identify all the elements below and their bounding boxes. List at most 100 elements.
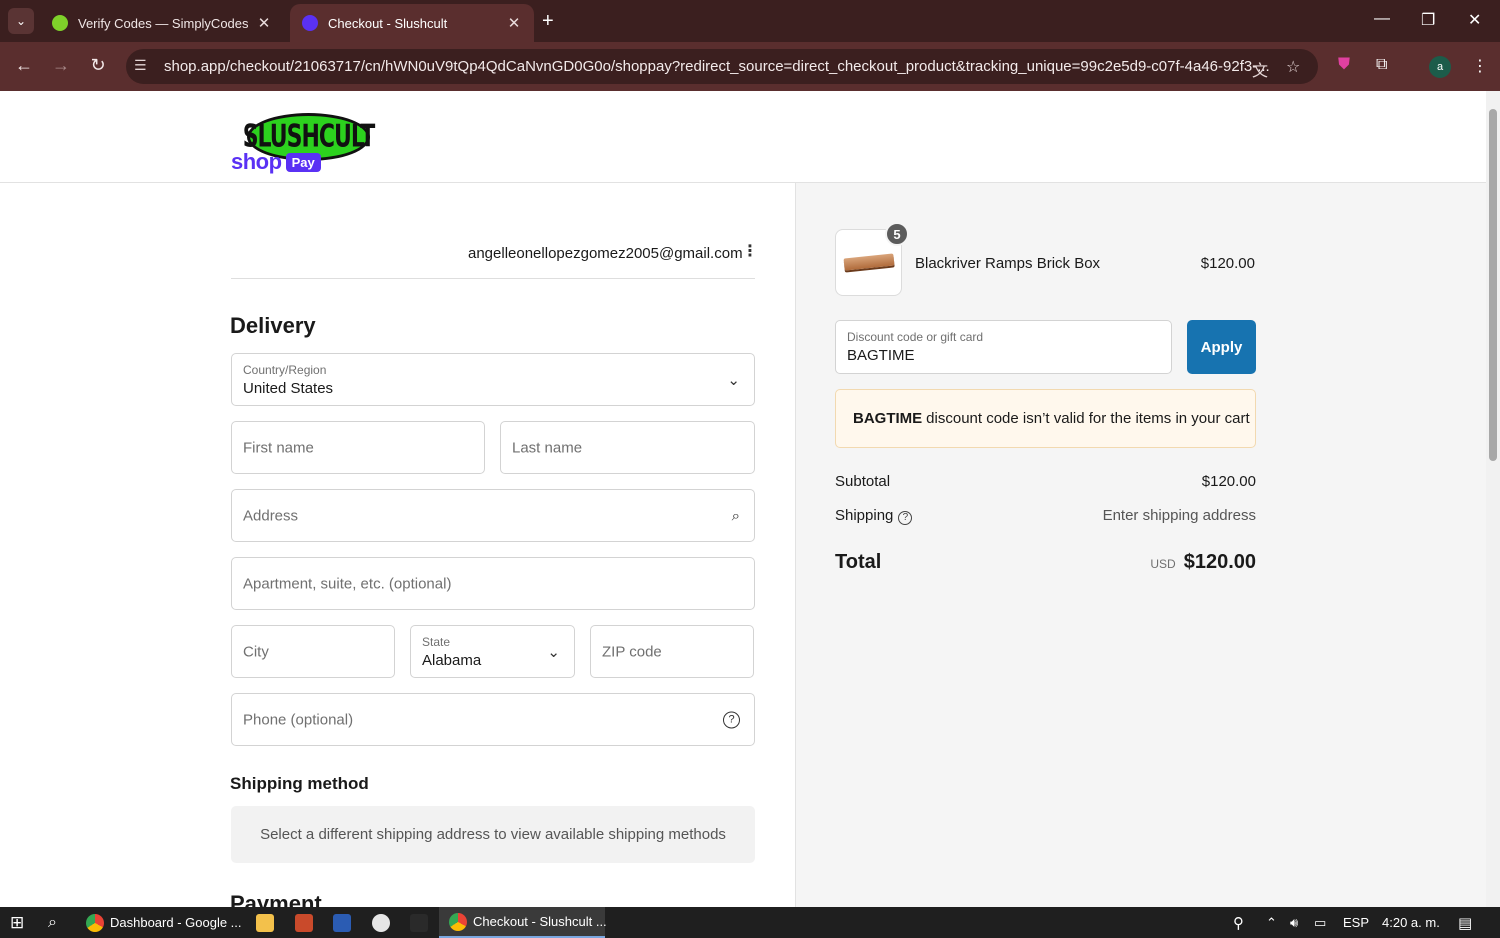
total-value: $120.00: [1183, 551, 1256, 573]
total-currency: USD: [1150, 557, 1176, 571]
country-label: Country/Region: [243, 363, 327, 377]
product-name: Blackriver Ramps Brick Box: [915, 255, 1101, 272]
people-icon[interactable]: ⚲: [1233, 907, 1244, 938]
first-name-placeholder: First name: [243, 439, 314, 456]
file-explorer-icon[interactable]: [256, 907, 280, 938]
blank-app-icon: [410, 913, 428, 932]
minimize-icon[interactable]: —: [1374, 10, 1390, 28]
show-hidden-icons-chevron-icon[interactable]: ⌃: [1266, 907, 1277, 938]
back-arrow-icon[interactable]: ←: [12, 55, 36, 76]
network-icon[interactable]: ▭: [1314, 907, 1326, 938]
zip-placeholder: ZIP code: [602, 643, 662, 660]
word-icon[interactable]: [333, 907, 357, 938]
tab-search-button[interactable]: ⌄: [8, 8, 34, 34]
browser-toolbar: ← → ↻ shop.app/checkout/21063717/cn/hWN0…: [0, 42, 1500, 91]
browser-menu-icon[interactable]: ⋮: [1472, 56, 1488, 76]
chevron-down-icon: ⌄: [547, 643, 560, 661]
volume-icon[interactable]: 🔊︎: [1290, 907, 1298, 938]
shipping-label: Shipping: [835, 507, 894, 524]
country-select[interactable]: Country/Region United States ⌄: [231, 353, 755, 406]
chevron-down-icon: ⌄: [727, 371, 740, 389]
shop-wordmark: shop: [231, 149, 282, 174]
taskbar-item-label: Checkout - Slushcult ...: [473, 914, 607, 929]
first-name-field[interactable]: First name: [231, 421, 485, 474]
close-tab-icon[interactable]: ✕: [506, 14, 522, 32]
apartment-field[interactable]: Apartment, suite, etc. (optional): [231, 557, 755, 610]
bookmark-star-icon[interactable]: ☆: [1286, 57, 1300, 77]
shipping-method-notice: Select a different shipping address to v…: [231, 806, 755, 863]
state-value: Alabama: [422, 652, 482, 669]
phone-field[interactable]: Phone (optional) ?: [231, 693, 755, 746]
total-row: Total USD $120.00: [835, 551, 1256, 574]
pay-badge: Pay: [285, 152, 321, 172]
taskbar-chrome-dashboard[interactable]: Dashboard - Google ...: [86, 907, 242, 938]
payment-heading: Payment: [230, 891, 322, 907]
url-text: shop.app/checkout/21063717/cn/hWN0uV9tQp…: [164, 58, 1270, 75]
taskbar-chrome-checkout[interactable]: Checkout - Slushcult ...: [439, 907, 607, 938]
powerpoint-logo-icon: [295, 913, 313, 932]
scrollbar-thumb[interactable]: [1489, 109, 1497, 461]
alert-code: BAGTIME: [853, 410, 923, 427]
chrome-icon: [449, 912, 467, 931]
app-icon[interactable]: [410, 907, 434, 938]
shipping-help-icon[interactable]: ?: [898, 511, 913, 525]
tab-checkout[interactable]: Checkout - Slushcult ✕: [290, 4, 534, 42]
country-value: United States: [243, 380, 334, 397]
new-tab-plus-icon[interactable]: +: [542, 10, 554, 33]
brick-box-image: [843, 253, 895, 271]
clock[interactable]: 4:20 a. m.: [1382, 907, 1440, 938]
taskbar-search-icon[interactable]: ⌕: [48, 907, 57, 938]
restore-icon[interactable]: ❐: [1421, 10, 1435, 30]
page-scrollbar[interactable]: [1486, 91, 1500, 907]
forward-arrow-icon[interactable]: →: [49, 55, 73, 76]
tab-title: Checkout - Slushcult: [328, 15, 448, 31]
shipping-value: Enter shipping address: [1102, 507, 1256, 524]
app-icon[interactable]: [372, 907, 396, 938]
ublock-shield-icon[interactable]: ⛊: [1338, 56, 1350, 74]
shipping-row: Shipping? Enter shipping address: [835, 507, 1256, 525]
discount-error-alert: BAGTIME discount code isn’t valid for th…: [835, 389, 1256, 448]
phone-placeholder: Phone (optional): [243, 711, 354, 728]
search-icon: ⌕: [731, 507, 740, 524]
discount-value: BAGTIME: [847, 347, 915, 364]
extensions-puzzle-icon[interactable]: ⧉: [1376, 56, 1387, 74]
zip-code-field[interactable]: ZIP code: [590, 625, 754, 678]
close-window-icon[interactable]: ✕: [1468, 10, 1481, 30]
city-field[interactable]: City: [231, 625, 395, 678]
last-name-placeholder: Last name: [512, 439, 583, 456]
reload-icon[interactable]: ↻: [86, 55, 110, 76]
total-label: Total: [835, 551, 882, 573]
profile-avatar[interactable]: a: [1429, 56, 1451, 78]
close-tab-icon[interactable]: ✕: [256, 14, 272, 32]
address-bar[interactable]: shop.app/checkout/21063717/cn/hWN0uV9tQp…: [126, 49, 1318, 84]
discount-code-field[interactable]: Discount code or gift card BAGTIME: [835, 320, 1172, 374]
last-name-field[interactable]: Last name: [500, 421, 755, 474]
account-menu-icon[interactable]: ⋮: [742, 241, 758, 261]
circle-app-icon: [372, 913, 390, 932]
word-logo-icon: [333, 913, 351, 932]
tab-title: Verify Codes — SimplyCodes: [78, 15, 249, 31]
tab-verify-codes[interactable]: Verify Codes — SimplyCodes ✕: [40, 4, 284, 42]
subtotal-label: Subtotal: [835, 473, 891, 490]
subtotal-row: Subtotal $120.00: [835, 473, 1256, 490]
quantity-badge: 5: [885, 222, 909, 246]
help-circle-icon[interactable]: ?: [723, 711, 740, 728]
state-select[interactable]: State Alabama ⌄: [410, 625, 575, 678]
windows-start-icon[interactable]: ⊞: [10, 907, 24, 938]
site-info-icon[interactable]: ☰: [134, 57, 147, 74]
state-label: State: [422, 635, 451, 649]
windows-taskbar: ⊞ ⌕ Dashboard - Google ... Checkout - Sl…: [0, 907, 1500, 938]
subtotal-value: $120.00: [1201, 473, 1256, 490]
address-field[interactable]: Address ⌕: [231, 489, 755, 542]
city-placeholder: City: [243, 643, 269, 660]
alert-message: discount code isn’t valid for the items …: [926, 410, 1250, 427]
chrome-icon: [86, 913, 104, 932]
taskbar-item-label: Dashboard - Google ...: [110, 915, 242, 930]
translate-icon[interactable]: 文: [1252, 57, 1268, 81]
apply-discount-button[interactable]: Apply: [1187, 320, 1256, 374]
discount-label: Discount code or gift card: [847, 330, 984, 344]
folder-icon: [256, 913, 274, 932]
language-indicator[interactable]: ESP: [1343, 907, 1369, 938]
notifications-icon[interactable]: ▤: [1458, 907, 1472, 938]
powerpoint-icon[interactable]: [295, 907, 319, 938]
